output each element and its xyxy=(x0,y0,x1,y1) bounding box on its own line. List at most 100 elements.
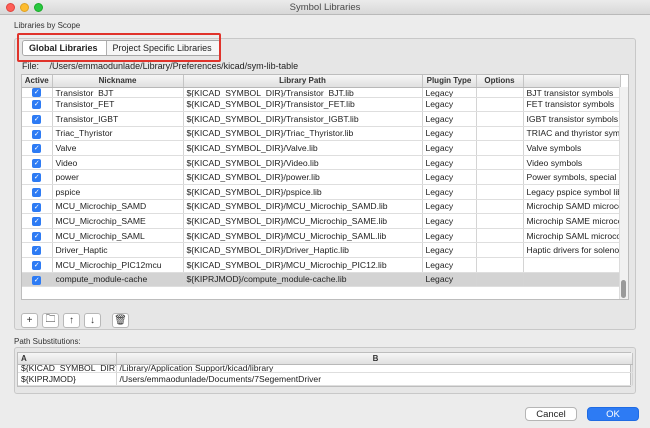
nickname-cell[interactable]: Transistor_FET xyxy=(52,97,184,113)
table-row[interactable]: ✓ pspice ${KICAD_SYMBOL_DIR}/pspice.lib Leg… xyxy=(22,184,621,200)
subs-column-header-b[interactable]: B xyxy=(116,353,633,365)
options-cell[interactable] xyxy=(476,199,524,215)
nickname-cell[interactable]: pspice xyxy=(52,184,184,200)
table-row[interactable]: ✓ MCU_Microchip_SAME ${KICAD_SYMBOL_DIR}/M… xyxy=(22,213,621,229)
description-cell[interactable] xyxy=(523,272,621,288)
description-cell[interactable]: Haptic drivers for soleno xyxy=(523,242,621,259)
active-checkbox[interactable]: ✓ xyxy=(32,158,42,168)
active-checkbox[interactable]: ✓ xyxy=(32,202,42,212)
description-cell[interactable]: BJT transistor symbols xyxy=(523,87,621,98)
substitution-value-cell[interactable]: /Library/Application Support/kicad/libra… xyxy=(116,364,633,373)
plugin-type-cell[interactable]: Legacy xyxy=(422,126,477,142)
active-checkbox[interactable]: ✓ xyxy=(32,231,42,241)
substitution-row[interactable]: ${KICAD_SYMBOL_DIR}/Library/Application … xyxy=(18,364,633,373)
library-path-cell[interactable]: ${KICAD_SYMBOL_DIR}/MCU_Microchip_SAMD.l… xyxy=(183,199,423,215)
description-cell[interactable]: TRIAC and thyristor symb xyxy=(523,126,621,142)
move-down-button[interactable]: ↓ xyxy=(84,313,101,328)
nickname-cell[interactable]: Transistor_IGBT xyxy=(52,111,184,127)
library-path-cell[interactable]: ${KICAD_SYMBOL_DIR}/Valve.lib xyxy=(183,140,423,156)
plugin-type-cell[interactable]: Legacy xyxy=(422,111,477,127)
ok-button[interactable]: OK xyxy=(587,407,639,421)
nickname-cell[interactable]: MCU_Microchip_SAML xyxy=(52,228,184,244)
nickname-cell[interactable]: MCU_Microchip_SAMD xyxy=(52,199,184,215)
table-row[interactable]: ✓ Driver_Haptic ${KICAD_SYMBOL_DIR}/Driver… xyxy=(22,242,621,259)
library-path-cell[interactable]: ${KICAD_SYMBOL_DIR}/MCU_Microchip_SAME.l… xyxy=(183,213,423,229)
table-row[interactable]: ✓ MCU_Microchip_SAMD ${KICAD_SYMBOL_DIR}/M… xyxy=(22,199,621,215)
description-cell[interactable]: Video symbols xyxy=(523,155,621,171)
options-cell[interactable] xyxy=(476,228,524,244)
options-cell[interactable] xyxy=(476,87,524,98)
delete-library-button[interactable]: 🗑 xyxy=(112,313,129,328)
table-row[interactable]: ✓ power ${KICAD_SYMBOL_DIR}/power.lib Legac… xyxy=(22,169,621,186)
table-row[interactable]: ✓ Transistor_BJT ${KICAD_SYMBOL_DIR}/Trans… xyxy=(22,87,621,98)
plugin-type-cell[interactable]: Legacy xyxy=(422,199,477,215)
active-checkbox[interactable]: ✓ xyxy=(32,144,42,154)
plugin-type-cell[interactable]: Legacy xyxy=(422,155,477,171)
description-cell[interactable]: Microchip SAMD microco xyxy=(523,199,621,215)
column-header-nickname[interactable]: Nickname xyxy=(52,75,184,88)
library-path-cell[interactable]: ${KICAD_SYMBOL_DIR}/power.lib xyxy=(183,169,423,186)
options-cell[interactable] xyxy=(476,184,524,200)
subs-column-header-a[interactable]: A xyxy=(18,353,117,365)
nickname-cell[interactable]: Transistor_BJT xyxy=(52,87,184,98)
column-header-active[interactable]: Active xyxy=(22,75,53,88)
table-row[interactable]: ✓ MCU_Microchip_SAML ${KICAD_SYMBOL_DIR}/M… xyxy=(22,228,621,244)
add-library-button[interactable]: + xyxy=(21,313,38,328)
library-path-cell[interactable]: ${KIPRJMOD}/compute_module-cache.lib xyxy=(183,272,423,288)
active-checkbox[interactable]: ✓ xyxy=(32,173,42,183)
move-up-button[interactable]: ↑ xyxy=(63,313,80,328)
plugin-type-cell[interactable]: Legacy xyxy=(422,184,477,200)
active-checkbox[interactable]: ✓ xyxy=(32,275,42,285)
nickname-cell[interactable]: MCU_Microchip_PIC12mcu xyxy=(52,257,184,273)
substitution-name-cell[interactable]: ${KICAD_SYMBOL_DIR} xyxy=(18,364,117,373)
nickname-cell[interactable]: Video xyxy=(52,155,184,171)
cancel-button[interactable]: Cancel xyxy=(525,407,577,421)
plugin-type-cell[interactable]: Legacy xyxy=(422,140,477,156)
column-header-description[interactable] xyxy=(523,75,621,88)
substitution-name-cell[interactable]: ${KIPRJMOD} xyxy=(18,372,117,386)
library-path-cell[interactable]: ${KICAD_SYMBOL_DIR}/pspice.lib xyxy=(183,184,423,200)
active-checkbox[interactable]: ✓ xyxy=(32,260,42,270)
library-path-cell[interactable]: ${KICAD_SYMBOL_DIR}/Triac_Thyristor.lib xyxy=(183,126,423,142)
table-row[interactable]: ✓ compute_module-cache ${KIPRJMOD}/compute… xyxy=(22,272,621,288)
plugin-type-cell[interactable]: Legacy xyxy=(422,169,477,186)
options-cell[interactable] xyxy=(476,155,524,171)
options-cell[interactable] xyxy=(476,242,524,259)
active-checkbox[interactable]: ✓ xyxy=(32,87,42,96)
nickname-cell[interactable]: Triac_Thyristor xyxy=(52,126,184,142)
library-path-cell[interactable]: ${KICAD_SYMBOL_DIR}/Video.lib xyxy=(183,155,423,171)
description-cell[interactable]: FET transistor symbols xyxy=(523,97,621,113)
plugin-type-cell[interactable]: Legacy xyxy=(422,213,477,229)
scrollbar-thumb[interactable] xyxy=(621,280,626,298)
library-path-cell[interactable]: ${KICAD_SYMBOL_DIR}/Transistor_FET.lib xyxy=(183,97,423,113)
active-checkbox[interactable]: ✓ xyxy=(32,100,42,110)
nickname-cell[interactable]: MCU_Microchip_SAME xyxy=(52,213,184,229)
nickname-cell[interactable]: Valve xyxy=(52,140,184,156)
substitution-row[interactable]: ${KIPRJMOD}/Users/emmaodunlade/Documents… xyxy=(18,372,633,386)
table-row[interactable]: ✓ Triac_Thyristor ${KICAD_SYMBOL_DIR}/Tria… xyxy=(22,126,621,142)
substitution-value-cell[interactable]: /Users/emmaodunlade/Documents/7SegementD… xyxy=(116,372,633,386)
plugin-type-cell[interactable]: Legacy xyxy=(422,87,477,98)
plugin-type-cell[interactable]: Legacy xyxy=(422,97,477,113)
options-cell[interactable] xyxy=(476,140,524,156)
nickname-cell[interactable]: power xyxy=(52,169,184,186)
description-cell[interactable] xyxy=(523,257,621,273)
options-cell[interactable] xyxy=(476,111,524,127)
library-path-cell[interactable]: ${KICAD_SYMBOL_DIR}/Driver_Haptic.lib xyxy=(183,242,423,259)
options-cell[interactable] xyxy=(476,97,524,113)
plugin-type-cell[interactable]: Legacy xyxy=(422,257,477,273)
table-row[interactable]: ✓ Transistor_FET ${KICAD_SYMBOL_DIR}/Trans… xyxy=(22,97,621,113)
description-cell[interactable]: Valve symbols xyxy=(523,140,621,156)
library-path-cell[interactable]: ${KICAD_SYMBOL_DIR}/Transistor_IGBT.lib xyxy=(183,111,423,127)
table-row[interactable]: ✓ Transistor_IGBT ${KICAD_SYMBOL_DIR}/Tran… xyxy=(22,111,621,127)
active-checkbox[interactable]: ✓ xyxy=(32,129,42,139)
table-row[interactable]: ✓ MCU_Microchip_PIC12mcu ${KICAD_SYMBOL_DI… xyxy=(22,257,621,273)
column-header-library-path[interactable]: Library Path xyxy=(183,75,423,88)
library-path-cell[interactable]: ${KICAD_SYMBOL_DIR}/MCU_Microchip_PIC12.… xyxy=(183,257,423,273)
options-cell[interactable] xyxy=(476,126,524,142)
options-cell[interactable] xyxy=(476,169,524,186)
options-cell[interactable] xyxy=(476,213,524,229)
vertical-scrollbar[interactable] xyxy=(619,87,628,299)
options-cell[interactable] xyxy=(476,257,524,273)
active-checkbox[interactable]: ✓ xyxy=(32,115,42,124)
